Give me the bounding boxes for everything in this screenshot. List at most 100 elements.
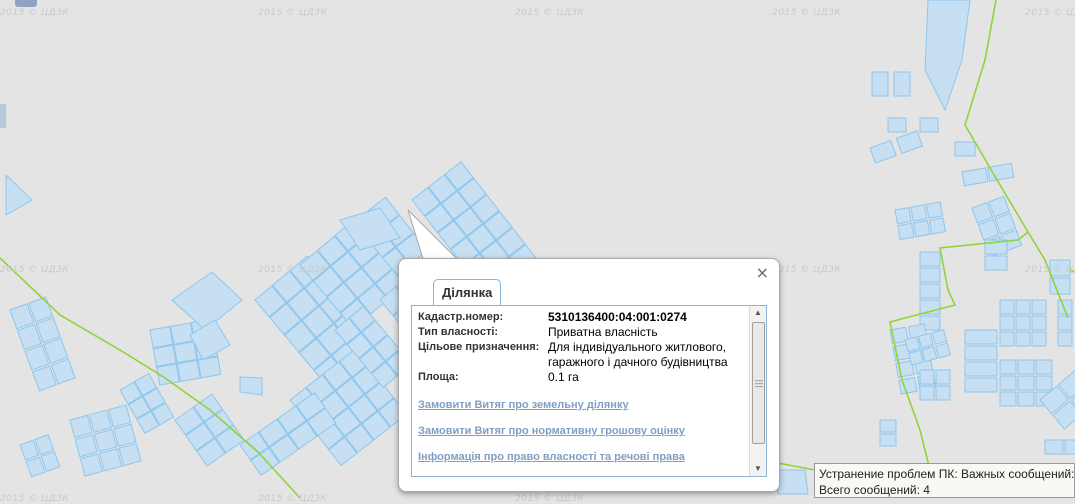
- parcel[interactable]: [999, 359, 1017, 375]
- parcel[interactable]: [904, 336, 921, 353]
- order-valuation-extract-link[interactable]: Замовити Витяг про нормативну грошову оц…: [418, 425, 743, 437]
- parcel[interactable]: [964, 329, 998, 345]
- side-panel-toggle[interactable]: [0, 104, 6, 128]
- watermark-text: 2015 © ЦДЗК: [772, 265, 842, 275]
- parcel[interactable]: [919, 117, 939, 133]
- parcel[interactable]: [871, 71, 889, 97]
- parcel[interactable]: [935, 385, 951, 401]
- parcel[interactable]: [1015, 299, 1031, 315]
- order-parcel-extract-link[interactable]: Замовити Витяг про земельну ділянку: [418, 399, 743, 411]
- field-label: Тип власності:: [418, 326, 499, 338]
- parcel[interactable]: [964, 361, 998, 377]
- watermark-text: 2015 © ЦДЗК: [515, 494, 585, 504]
- field-label: Кадастр.номер:: [418, 311, 504, 323]
- parcel[interactable]: [176, 359, 201, 383]
- parcel[interactable]: [935, 342, 952, 359]
- field-cadastral-number: Кадастр.номер: 5310136400:04:001:0274: [418, 310, 743, 325]
- parcel[interactable]: [912, 219, 931, 238]
- parcel[interactable]: [931, 328, 948, 345]
- parcel[interactable]: [93, 428, 118, 453]
- parcel[interactable]: [1064, 439, 1075, 455]
- parcel[interactable]: [99, 448, 123, 472]
- watermark-text: 2015 © ЦДЗК: [1025, 265, 1075, 275]
- parcel[interactable]: [74, 434, 98, 458]
- parcel[interactable]: [921, 346, 938, 363]
- parcel[interactable]: [118, 442, 142, 467]
- tab-parcel[interactable]: Ділянка: [433, 279, 502, 306]
- parcel[interactable]: [935, 369, 951, 385]
- parcel[interactable]: [919, 251, 941, 267]
- parcel[interactable]: [1015, 315, 1031, 331]
- parcel[interactable]: [999, 331, 1015, 347]
- parcel[interactable]: [149, 325, 174, 349]
- parcel[interactable]: [919, 369, 935, 385]
- scroll-down-icon[interactable]: ▼: [750, 462, 766, 476]
- parcel[interactable]: [999, 299, 1015, 315]
- parcel[interactable]: [69, 414, 93, 439]
- parcel[interactable]: [964, 377, 998, 393]
- parcel[interactable]: [879, 419, 897, 433]
- field-area: Площа: 0.1 га: [418, 370, 743, 385]
- watermark-text: 2015 © ЦДЗК: [258, 8, 328, 18]
- parcel[interactable]: [984, 255, 1008, 271]
- parcel[interactable]: [1017, 359, 1035, 375]
- parcel-info-popup: × Ділянка Кадастр.номер: 5310136400:04:0…: [398, 258, 780, 492]
- watermark-text: 2015 © ЦДЗК: [1025, 8, 1075, 18]
- watermark-text: 2015 © ЦДЗК: [258, 265, 328, 275]
- parcel[interactable]: [88, 409, 113, 433]
- parcel[interactable]: [999, 315, 1015, 331]
- parcel[interactable]: [152, 344, 177, 367]
- parcel[interactable]: [999, 375, 1017, 391]
- parcel[interactable]: [1015, 331, 1031, 347]
- watermark-text: 2015 © ЦДЗК: [258, 494, 328, 504]
- tooltip-line-issues: Устранение проблем ПК: Важных сообщений:…: [819, 467, 1075, 481]
- parcel[interactable]: [964, 345, 998, 361]
- system-notification-tooltip: Устранение проблем ПК: Важных сообщений:…: [814, 463, 1075, 498]
- parcel[interactable]: [999, 391, 1017, 407]
- parcel[interactable]: [239, 376, 263, 396]
- parcel[interactable]: [1031, 331, 1047, 347]
- parcel[interactable]: [917, 332, 934, 349]
- parcel[interactable]: [910, 204, 928, 222]
- parcel[interactable]: [954, 141, 976, 157]
- watermark-text: 2015 © ЦДЗК: [0, 8, 70, 18]
- parcel[interactable]: [919, 385, 935, 401]
- parcel[interactable]: [1017, 375, 1035, 391]
- parcel[interactable]: [113, 423, 137, 448]
- parcel[interactable]: [1057, 315, 1073, 331]
- parcel[interactable]: [928, 217, 947, 235]
- parcel[interactable]: [919, 267, 941, 283]
- parcel[interactable]: [1031, 315, 1047, 331]
- parcel[interactable]: [879, 433, 897, 447]
- parcel[interactable]: [1057, 331, 1073, 347]
- parcel[interactable]: [893, 71, 911, 97]
- parcel[interactable]: [1031, 299, 1047, 315]
- scroll-up-icon[interactable]: ▲: [750, 306, 766, 320]
- parcel[interactable]: [1035, 359, 1053, 375]
- field-value: 0.1 га: [548, 370, 579, 384]
- parcel[interactable]: [925, 201, 944, 219]
- field-value: Приватна власність: [548, 325, 658, 339]
- parcel[interactable]: [887, 117, 907, 133]
- parcel[interactable]: [170, 322, 195, 345]
- parcel[interactable]: [107, 404, 132, 428]
- popup-scrollbar[interactable]: ▲ — — — ▼: [749, 306, 766, 476]
- parcel[interactable]: [1044, 439, 1064, 455]
- field-label: Цільове призначення:: [418, 341, 540, 353]
- parcel[interactable]: [897, 222, 915, 241]
- parcel[interactable]: [197, 356, 222, 379]
- parcel[interactable]: [1035, 375, 1053, 391]
- parcel[interactable]: [894, 207, 912, 225]
- map-control-button[interactable]: [15, 0, 37, 7]
- parcel[interactable]: [173, 341, 198, 364]
- tooltip-line-total: Всего сообщений: 4: [819, 483, 930, 497]
- close-icon[interactable]: ×: [756, 263, 769, 282]
- ownership-rights-info-link[interactable]: Інформація про право власності та речові…: [418, 451, 743, 463]
- parcel[interactable]: [907, 349, 924, 366]
- parcel[interactable]: [1017, 391, 1035, 407]
- field-value: 5310136400:04:001:0274: [548, 310, 687, 324]
- parcel[interactable]: [919, 283, 941, 299]
- parcel-info-panel: Кадастр.номер: 5310136400:04:001:0274 Ти…: [411, 305, 767, 477]
- scrollbar-thumb[interactable]: — — —: [752, 322, 765, 444]
- parcel[interactable]: [79, 453, 104, 477]
